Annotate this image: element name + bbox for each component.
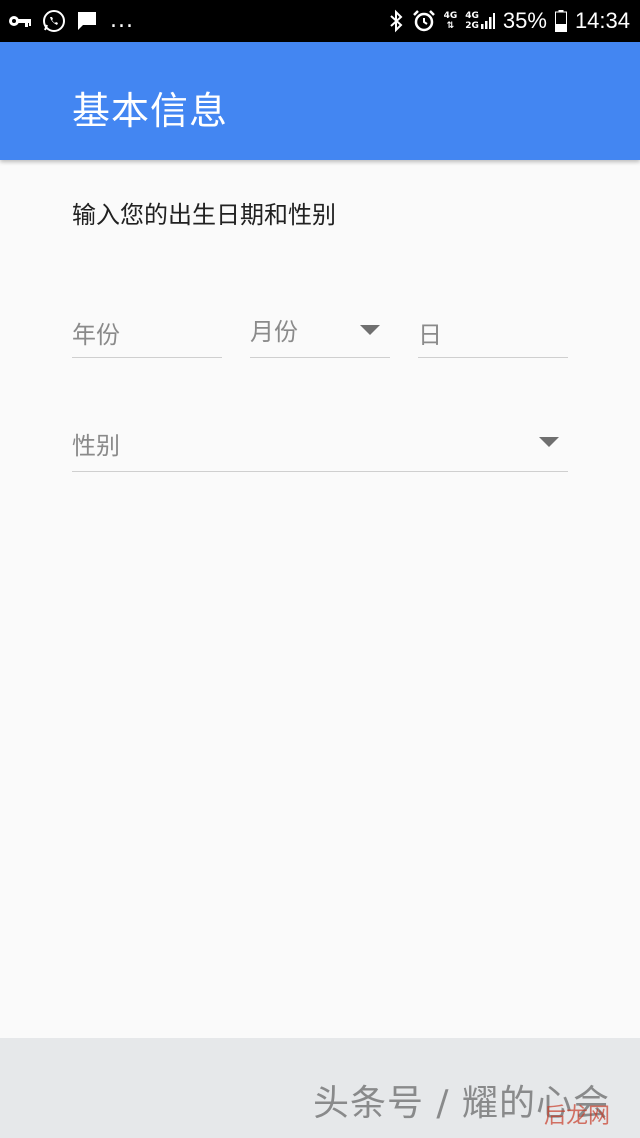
dropdown-arrow-icon [360,325,380,335]
key-icon [8,14,32,28]
app-bar: 基本信息 [0,42,640,160]
battery-percent: 35% [502,8,547,33]
dropdown-arrow-icon [539,437,559,447]
year-input[interactable]: 年份 [72,300,222,358]
month-select[interactable]: 月份 [250,300,390,358]
day-input[interactable]: 日 [418,300,568,358]
network-2g-indicator: 4G 2G [465,11,495,31]
network-data-arrows: ⇅ [446,21,455,31]
network-4g-label-2: 4G [465,11,479,21]
bluetooth-icon [388,9,404,33]
network-4g-label: 4G [443,11,458,21]
page-title: 基本信息 [72,89,229,133]
more-notifications: ... [110,8,134,33]
network-2g-label: 2G [465,21,479,31]
network-4g-indicator: 4G ⇅ [444,11,458,31]
day-placeholder: 日 [418,321,442,349]
whatsapp-icon [42,9,66,33]
signal-icon [480,13,495,29]
year-placeholder: 年份 [72,321,120,349]
alarm-icon [412,9,436,33]
status-right-icons: 4G ⇅ 4G 2G 35% 14:34 [388,0,630,42]
status-bar: ... 4G ⇅ 4G 2G 35% 14:34 [0,0,640,42]
form-prompt: 输入您的出生日期和性别 [72,201,336,229]
status-left-icons: ... [8,0,134,42]
gender-select[interactable]: 性别 [72,410,568,472]
message-icon [76,10,98,32]
battery-icon [554,10,567,32]
gender-placeholder: 性别 [72,432,120,460]
month-placeholder: 月份 [250,318,298,346]
watermark-overlay: 后龙网 [543,1104,610,1129]
clock: 14:34 [574,8,630,33]
bottom-bar: 头条号 / 耀的心会 后龙网 [0,1038,640,1138]
